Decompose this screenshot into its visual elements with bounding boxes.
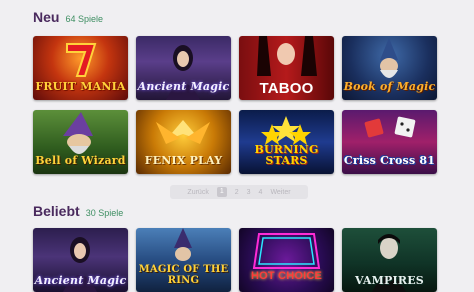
game-tile-burning-stars[interactable]: BURNING STARS — [239, 110, 334, 174]
game-title: Bell of Wizard — [35, 154, 126, 167]
pager-page[interactable]: 2 — [235, 189, 239, 196]
game-title: Book of Magic — [343, 80, 436, 93]
game-title: BURNING STARS — [254, 143, 319, 167]
game-title: TABOO — [259, 80, 314, 97]
game-tile-fruit-mania[interactable]: FRUIT MANIA — [33, 36, 128, 100]
section-header-new: Neu 64 Spiele — [33, 9, 103, 25]
game-tile-vampires[interactable]: VAMPIRES — [342, 228, 437, 292]
game-tile-ancient-magic[interactable]: Ancient Magic — [33, 228, 128, 292]
pager-page[interactable]: 3 — [247, 189, 251, 196]
game-tile-hot-choice[interactable]: HOT CHOICE — [239, 228, 334, 292]
game-title: VAMPIRES — [355, 274, 424, 287]
game-title: MAGIC OF THE RING — [138, 264, 229, 286]
game-title: FENIX PLAY — [144, 154, 223, 167]
pager-next[interactable]: Weiter — [270, 189, 290, 196]
game-tile-fenix-play[interactable]: FENIX PLAY — [136, 110, 231, 174]
game-title: Ancient Magic — [34, 274, 127, 287]
game-title: FRUIT MANIA — [35, 80, 126, 93]
game-tile-ancient-magic[interactable]: Ancient Magic — [136, 36, 231, 100]
pager-page[interactable]: 4 — [259, 189, 263, 196]
games-grid-new: FRUIT MANIA Ancient Magic TABOO Book of … — [33, 36, 437, 174]
section-count[interactable]: 30 Spiele — [86, 208, 124, 218]
neon-frame-icon — [252, 233, 321, 269]
game-tile-magic-of-the-ring[interactable]: MAGIC OF THE RING — [136, 228, 231, 292]
section-title: Beliebt — [33, 203, 80, 219]
game-tile-taboo[interactable]: TABOO — [239, 36, 334, 100]
game-tile-bell-of-wizard[interactable]: Bell of Wizard — [33, 110, 128, 174]
game-tile-book-of-magic[interactable]: Book of Magic — [342, 36, 437, 100]
game-title: HOT CHOICE — [250, 270, 323, 282]
games-grid-popular: Ancient Magic MAGIC OF THE RING HOT CHOI… — [33, 228, 437, 292]
pagination: Zurück 1 2 3 4 Weiter — [170, 185, 308, 199]
game-tile-criss-cross-81[interactable]: Criss Cross 81 — [342, 110, 437, 174]
game-title: Criss Cross 81 — [343, 154, 436, 167]
section-title: Neu — [33, 9, 60, 25]
pager-current[interactable]: 1 — [216, 187, 227, 197]
pager-prev[interactable]: Zurück — [187, 189, 208, 196]
game-title: Ancient Magic — [137, 80, 230, 93]
section-count[interactable]: 64 Spiele — [65, 14, 103, 24]
section-header-popular: Beliebt 30 Spiele — [33, 203, 123, 219]
